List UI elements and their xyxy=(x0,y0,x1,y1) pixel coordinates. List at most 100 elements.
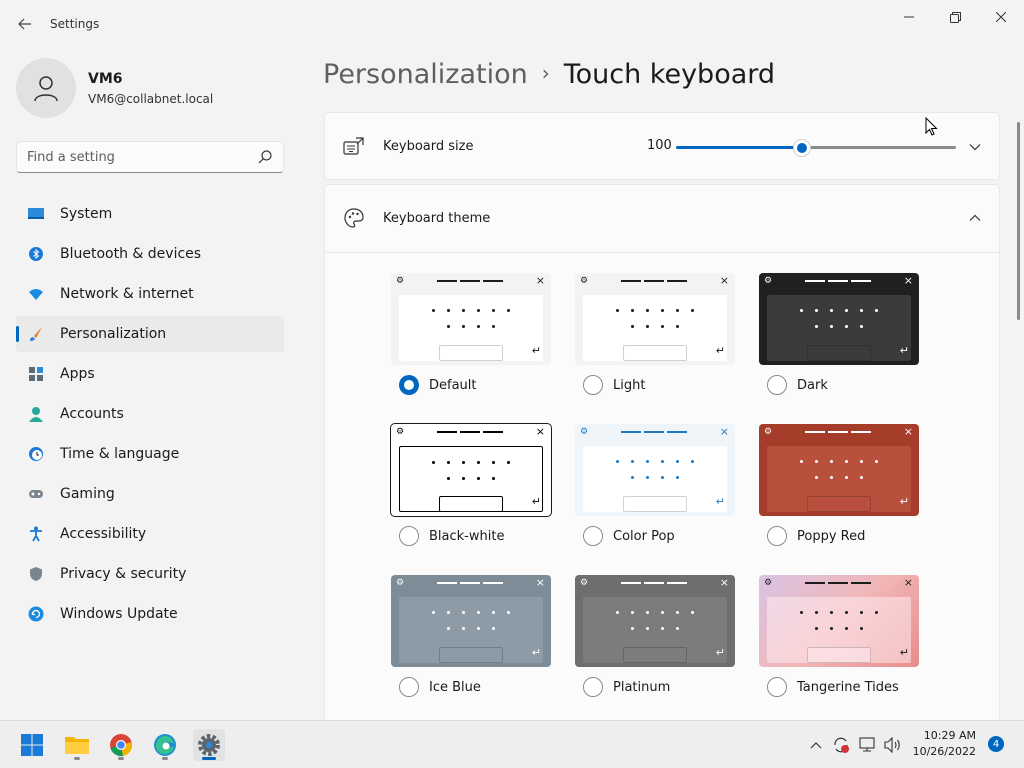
user-profile[interactable]: VM6 VM6@collabnet.local xyxy=(16,58,286,118)
enter-icon: ↵ xyxy=(531,495,541,508)
enter-icon: ↵ xyxy=(531,646,541,659)
chevron-down-icon[interactable] xyxy=(968,140,982,154)
keyboard-size-slider[interactable] xyxy=(676,140,956,156)
theme-preview[interactable]: ⚙ × ↵ xyxy=(575,424,735,516)
show-hidden-icons-button[interactable] xyxy=(806,735,826,755)
taskbar-clock[interactable]: 10:29 AM 10/26/2022 xyxy=(910,728,976,760)
theme-option-ice-blue[interactable]: ⚙ × ↵ Ice Blue xyxy=(391,575,551,697)
gear-icon xyxy=(198,734,220,756)
restore-button[interactable] xyxy=(932,6,978,28)
theme-radio[interactable] xyxy=(399,526,419,546)
theme-option-tangerine-tides[interactable]: ⚙ × ↵ Tangerine Tides xyxy=(759,575,919,697)
close-button[interactable] xyxy=(978,6,1024,28)
tray-network[interactable] xyxy=(858,735,878,755)
theme-radio[interactable] xyxy=(583,677,603,697)
theme-preview[interactable]: ⚙ × ↵ xyxy=(759,424,919,516)
user-email: VM6@collabnet.local xyxy=(88,92,214,106)
sidebar-item-system[interactable]: System xyxy=(16,196,284,232)
start-button[interactable] xyxy=(16,729,48,761)
theme-preview[interactable]: ⚙ × ↵ xyxy=(759,273,919,365)
theme-preview[interactable]: ⚙ × ↵ xyxy=(390,423,552,517)
theme-option-dark[interactable]: ⚙ × ↵ Dark xyxy=(759,273,919,395)
theme-label: Tangerine Tides xyxy=(797,679,899,695)
theme-label: Dark xyxy=(797,377,828,393)
sidebar-item-gaming[interactable]: Gaming xyxy=(16,476,284,512)
tray-volume[interactable] xyxy=(883,735,903,755)
theme-label: Ice Blue xyxy=(429,679,481,695)
theme-radio[interactable] xyxy=(583,375,603,395)
back-button[interactable] xyxy=(14,14,36,34)
preview-key-row xyxy=(767,460,911,463)
notification-badge[interactable]: 4 xyxy=(988,736,1004,752)
taskbar-edge[interactable] xyxy=(149,729,181,761)
theme-option-poppy-red[interactable]: ⚙ × ↵ Poppy Red xyxy=(759,424,919,546)
sidebar-item-windows-update[interactable]: Windows Update xyxy=(16,596,284,632)
search-icon[interactable] xyxy=(256,148,274,166)
theme-radio-row[interactable]: Poppy Red xyxy=(767,526,865,546)
gear-icon: ⚙ xyxy=(580,578,589,588)
sidebar-item-time-language[interactable]: Time & language xyxy=(16,436,284,472)
sidebar-item-label: Windows Update xyxy=(60,606,178,622)
theme-radio[interactable] xyxy=(399,677,419,697)
minimize-button[interactable] xyxy=(886,6,932,28)
slider-thumb[interactable] xyxy=(794,140,810,156)
theme-label: Platinum xyxy=(613,679,671,695)
sidebar-item-label: Apps xyxy=(60,366,95,382)
sidebar-item-network[interactable]: Network & internet xyxy=(16,276,284,312)
preview-key-row xyxy=(583,460,727,463)
sidebar-item-label: Privacy & security xyxy=(60,566,187,582)
keyboard-size-label: Keyboard size xyxy=(383,139,474,154)
shield-icon xyxy=(30,567,42,581)
scrollbar[interactable] xyxy=(1017,122,1020,320)
theme-option-platinum[interactable]: ⚙ × ↵ Platinum xyxy=(575,575,735,697)
theme-preview[interactable]: ⚙ × ↵ xyxy=(391,273,551,365)
sidebar-item-apps[interactable]: Apps xyxy=(16,356,284,392)
theme-radio[interactable] xyxy=(767,526,787,546)
theme-radio-row[interactable]: Dark xyxy=(767,375,828,395)
theme-preview[interactable]: ⚙ × ↵ xyxy=(391,575,551,667)
sidebar-item-accounts[interactable]: Accounts xyxy=(16,396,284,432)
enter-icon: ↵ xyxy=(715,495,725,508)
sidebar-item-accessibility[interactable]: Accessibility xyxy=(16,516,284,552)
theme-radio-row[interactable]: Tangerine Tides xyxy=(767,677,899,697)
theme-radio-row[interactable]: Black-white xyxy=(399,526,504,546)
preview-toolbar xyxy=(437,582,503,584)
preview-key-row xyxy=(583,627,727,630)
theme-option-default[interactable]: ⚙ × ↵ Default xyxy=(391,273,551,395)
close-icon: × xyxy=(903,425,913,438)
theme-preview[interactable]: ⚙ × ↵ xyxy=(759,575,919,667)
theme-radio-row[interactable]: Default xyxy=(399,375,477,395)
sidebar-item-privacy[interactable]: Privacy & security xyxy=(16,556,284,592)
preview-spacebar xyxy=(439,647,503,663)
search-input[interactable] xyxy=(16,141,284,173)
theme-option-color-pop[interactable]: ⚙ × ↵ Color Pop xyxy=(575,424,735,546)
theme-radio[interactable] xyxy=(767,677,787,697)
theme-option-black-white[interactable]: ⚙ × ↵ Black-white xyxy=(390,423,552,546)
taskbar-chrome[interactable] xyxy=(105,729,137,761)
clock-time: 10:29 AM xyxy=(923,729,976,742)
theme-radio-row[interactable]: Ice Blue xyxy=(399,677,481,697)
sidebar-item-bluetooth[interactable]: Bluetooth & devices xyxy=(16,236,284,272)
theme-radio[interactable] xyxy=(583,526,603,546)
breadcrumb-parent[interactable]: Personalization xyxy=(323,59,528,90)
preview-key-row xyxy=(767,611,911,614)
breadcrumb: Personalization › Touch keyboard xyxy=(323,57,775,94)
taskbar-settings[interactable] xyxy=(193,729,225,761)
sidebar-item-personalization[interactable]: Personalization xyxy=(16,316,284,352)
chevron-up-icon[interactable] xyxy=(968,211,982,225)
theme-radio-row[interactable]: Platinum xyxy=(583,677,670,697)
preview-toolbar xyxy=(805,582,871,584)
theme-radio-row[interactable]: Color Pop xyxy=(583,526,675,546)
preview-key-row xyxy=(399,325,543,328)
theme-radio-row[interactable]: Light xyxy=(583,375,645,395)
theme-radio[interactable] xyxy=(767,375,787,395)
close-icon: × xyxy=(903,274,913,287)
theme-preview[interactable]: ⚙ × ↵ xyxy=(575,575,735,667)
taskbar-file-explorer[interactable] xyxy=(61,729,93,761)
preview-key-row xyxy=(583,611,727,614)
theme-option-light[interactable]: ⚙ × ↵ Light xyxy=(575,273,735,395)
theme-preview[interactable]: ⚙ × ↵ xyxy=(575,273,735,365)
preview-spacebar xyxy=(439,345,503,361)
tray-sync-error[interactable] xyxy=(831,735,851,755)
theme-radio[interactable] xyxy=(399,375,419,395)
